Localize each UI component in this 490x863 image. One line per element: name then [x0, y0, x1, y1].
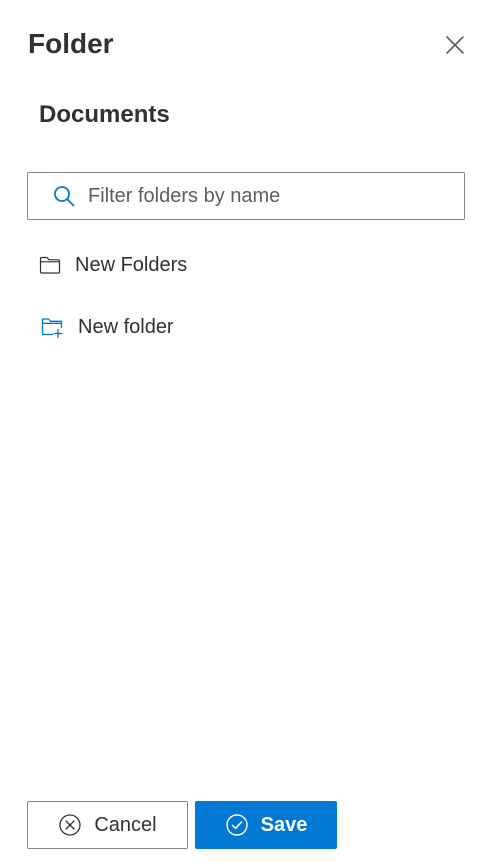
new-folder-button[interactable]: New folder — [40, 313, 174, 341]
new-folder-label: New folder — [78, 316, 174, 338]
cancel-circle-icon — [58, 813, 82, 837]
folder-picker-panel: Folder Documents New Folders — [0, 0, 490, 863]
folder-icon — [38, 253, 62, 277]
save-button[interactable]: Save — [195, 801, 337, 849]
cancel-label: Cancel — [94, 813, 157, 836]
breadcrumb-current-folder: Documents — [39, 101, 170, 128]
save-label: Save — [260, 813, 308, 836]
check-circle-icon — [225, 813, 249, 837]
folder-add-icon — [40, 315, 64, 339]
search-box — [27, 172, 465, 220]
search-icon — [52, 184, 76, 208]
search-input[interactable] — [88, 173, 464, 219]
cancel-button[interactable]: Cancel — [27, 801, 188, 849]
close-icon — [445, 35, 465, 55]
folder-item-label: New Folders — [75, 254, 188, 276]
footer-actions: Cancel Save — [27, 801, 337, 849]
close-button[interactable] — [442, 32, 468, 58]
panel-title: Folder — [28, 28, 114, 59]
folder-item-new-folders[interactable]: New Folders — [38, 251, 187, 279]
